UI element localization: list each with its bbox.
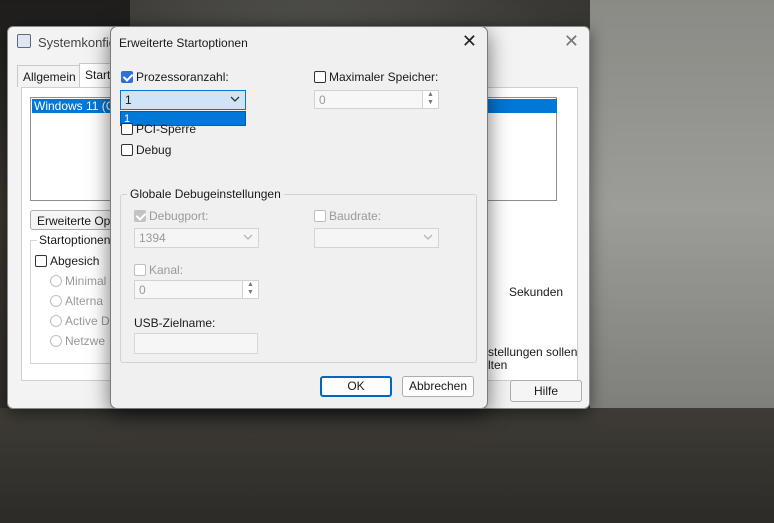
ok-button[interactable]: OK	[320, 376, 392, 397]
baudrate-checkbox[interactable]	[314, 210, 326, 222]
close-icon[interactable]: ✕	[462, 31, 477, 52]
settings-note-line2: lten	[488, 358, 508, 372]
debug-checkbox[interactable]	[121, 144, 133, 156]
debug-checkbox-row[interactable]: Debug	[121, 143, 171, 157]
processor-count-label: Prozessoranzahl:	[136, 70, 229, 84]
max-memory-spinbox[interactable]: 0 ▲ ▼	[314, 90, 439, 109]
radio-network[interactable]	[50, 335, 62, 347]
debug-label: Debug	[136, 143, 172, 157]
help-button[interactable]: Hilfe	[510, 380, 582, 402]
radio-network-row[interactable]: Netzwe	[50, 334, 105, 348]
desktop-wallpaper-bottom	[0, 408, 774, 523]
max-memory-spin-arrows[interactable]: ▲ ▼	[422, 91, 438, 108]
radio-active-directory[interactable]	[50, 315, 62, 327]
radio-alternate[interactable]	[50, 295, 62, 307]
usb-target-label: USB-Zielname:	[134, 316, 216, 330]
radio-minimal-label: Minimal	[65, 274, 107, 288]
processor-count-checkbox[interactable]	[121, 71, 133, 83]
tab-allgemein[interactable]: Allgemein	[17, 65, 82, 87]
debugport-checkbox-row[interactable]: Debugport:	[134, 209, 208, 223]
max-memory-value: 0	[319, 93, 326, 107]
processor-count-value: 1	[125, 93, 132, 107]
radio-network-label: Netzwe	[65, 334, 106, 348]
safe-boot-checkbox-row[interactable]: Abgesich	[35, 254, 99, 268]
radio-alternate-row[interactable]: Alterna	[50, 294, 103, 308]
close-icon[interactable]: ✕	[564, 31, 579, 52]
pci-lock-label: PCI-Sperre	[136, 122, 197, 136]
pci-lock-checkbox[interactable]	[121, 123, 133, 135]
global-debug-legend: Globale Debugeinstellungen	[127, 187, 284, 201]
debugport-value: 1394	[139, 231, 166, 245]
seconds-label: Sekunden	[509, 285, 564, 299]
max-memory-checkbox-row[interactable]: Maximaler Speicher:	[314, 70, 438, 84]
processor-count-checkbox-row[interactable]: Prozessoranzahl:	[121, 70, 229, 84]
processor-count-combobox[interactable]: 1	[120, 90, 246, 110]
max-memory-checkbox[interactable]	[314, 71, 326, 83]
debugport-checkbox[interactable]	[134, 210, 146, 222]
baudrate-combobox[interactable]	[314, 228, 439, 248]
safe-boot-label: Abgesich	[50, 254, 100, 268]
chevron-down-icon	[243, 234, 253, 240]
usb-target-input[interactable]	[134, 333, 258, 354]
channel-label: Kanal:	[149, 263, 184, 277]
system-config-app-icon	[17, 34, 31, 48]
cancel-button[interactable]: Abbrechen	[402, 376, 474, 397]
dialog-title: Erweiterte Startoptionen	[119, 36, 248, 50]
radio-minimal-row[interactable]: Minimal	[50, 274, 106, 288]
radio-alternate-label: Alterna	[65, 294, 104, 308]
radio-minimal[interactable]	[50, 275, 62, 287]
channel-spinbox[interactable]: 0 ▲ ▼	[134, 280, 259, 299]
channel-value: 0	[139, 283, 146, 297]
debugport-combobox[interactable]: 1394	[134, 228, 259, 248]
channel-spin-arrows[interactable]: ▲ ▼	[242, 281, 258, 298]
channel-checkbox-row[interactable]: Kanal:	[134, 263, 183, 277]
baudrate-checkbox-row[interactable]: Baudrate:	[314, 209, 381, 223]
channel-checkbox[interactable]	[134, 264, 146, 276]
settings-note-line1: stellungen sollen	[488, 345, 578, 359]
boot-options-legend: Startoptionen	[37, 233, 113, 247]
chevron-down-icon	[423, 234, 433, 240]
max-memory-label: Maximaler Speicher:	[329, 70, 439, 84]
baudrate-label: Baudrate:	[329, 209, 382, 223]
debugport-label: Debugport:	[149, 209, 209, 223]
chevron-down-icon	[230, 96, 240, 102]
pci-lock-checkbox-row[interactable]: PCI-Sperre	[121, 122, 196, 136]
radio-active-directory-row[interactable]: Active D	[50, 314, 110, 328]
safe-boot-checkbox[interactable]	[35, 255, 47, 267]
radio-active-directory-label: Active D	[65, 314, 110, 328]
